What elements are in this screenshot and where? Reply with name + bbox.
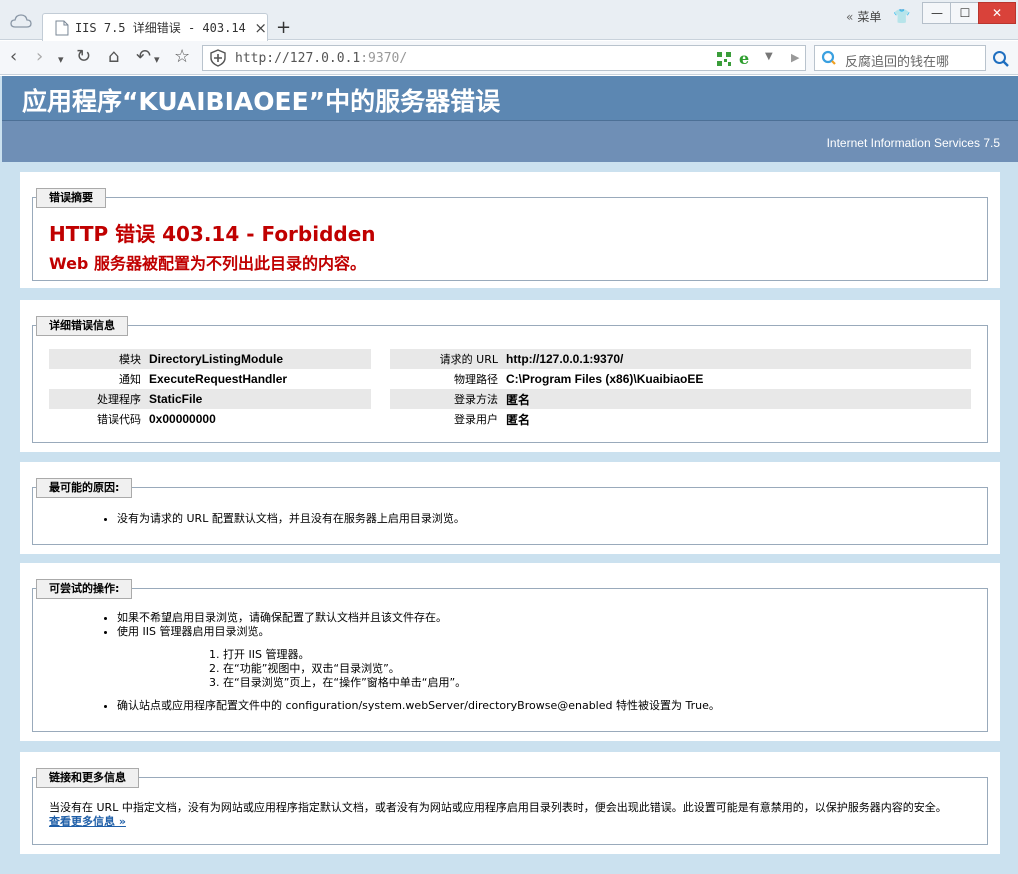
table-row: 处理程序 StaticFile — [49, 389, 371, 409]
iis-subheader: Internet Information Services 7.5 — [2, 120, 1018, 162]
table-row: 通知 ExecuteRequestHandler — [49, 369, 371, 389]
links-description: 当没有在 URL 中指定文档，没有为网站或应用程序指定默认文档，或者没有为网站或… — [49, 801, 947, 814]
links-fieldset: 链接和更多信息 当没有在 URL 中指定文档，没有为网站或应用程序指定默认文档，… — [32, 768, 988, 845]
back-icon[interactable]: ‹ — [10, 47, 17, 67]
list-item: 确认站点或应用程序配置文件中的 configuration/system.web… — [117, 699, 720, 713]
list-item: 2. 在“功能”视图中，双击“目录浏览”。 — [209, 662, 400, 675]
iis-header: 应用程序“KUAIBIAOEE”中的服务器错误 Internet Informa… — [2, 76, 1018, 162]
document-icon — [55, 20, 69, 35]
error-title: HTTP 错误 403.14 - Forbidden — [49, 222, 376, 246]
causes-panel: 最可能的原因: 没有为请求的 URL 配置默认文档，并且没有在服务器上启用目录浏… — [20, 462, 1000, 554]
detail-label: 错误代码 — [97, 413, 141, 426]
actions-panel: 可尝试的操作: 如果不希望启用目录浏览，请确保配置了默认文档并且该文件存在。 使… — [20, 563, 1000, 741]
browser-titlebar: IIS 7.5 详细错误 - 403.14 - I × + « 菜单 👕 — ☐… — [0, 0, 1018, 41]
search-engine-icon[interactable] — [821, 50, 837, 66]
page-title: 应用程序“KUAIBIAOEE”中的服务器错误 — [22, 87, 501, 116]
detail-label: 模块 — [49, 349, 145, 369]
detail-label: 处理程序 — [49, 389, 145, 409]
browser-tab[interactable]: IIS 7.5 详细错误 - 403.14 - I × — [42, 13, 268, 41]
detail-label: 通知 — [119, 373, 141, 386]
page-content: 应用程序“KUAIBIAOEE”中的服务器错误 Internet Informa… — [0, 76, 1018, 874]
links-panel: 链接和更多信息 当没有在 URL 中指定文档，没有为网站或应用程序指定默认文档，… — [20, 752, 1000, 854]
tab-title: IIS 7.5 详细错误 - 403.14 - I — [74, 21, 252, 35]
search-placeholder: 反腐追回的钱在哪 — [845, 55, 950, 70]
list-item: 如果不希望启用目录浏览，请确保配置了默认文档并且该文件存在。 — [117, 611, 447, 625]
table-row: 物理路径 C:\Program Files (x86)\KuaibiaoEE — [390, 369, 971, 389]
tab-close-icon[interactable]: × — [254, 19, 267, 37]
table-row: 请求的 URL http://127.0.0.1:9370/ — [390, 349, 971, 369]
go-icon[interactable]: ▶ — [791, 51, 799, 64]
search-input[interactable]: 反腐追回的钱在哪 — [814, 45, 986, 71]
details-right-table: 请求的 URL http://127.0.0.1:9370/ 物理路径 C:\Pro… — [390, 349, 971, 429]
table-row: 模块 DirectoryListingModule — [49, 349, 371, 369]
error-description: Web 服务器被配置为不列出此目录的内容。 — [49, 254, 366, 273]
undo-dropdown-icon[interactable]: ▾ — [154, 50, 160, 70]
url-text[interactable]: http://127.0.0.1:9370/ — [235, 51, 407, 66]
shield-icon[interactable] — [209, 49, 227, 67]
list-item: 没有为请求的 URL 配置默认文档，并且没有在服务器上启用目录浏览。 — [117, 512, 465, 526]
undo-icon[interactable]: ↶ — [136, 47, 151, 67]
actions-fieldset: 可尝试的操作: 如果不希望启用目录浏览，请确保配置了默认文档并且该文件存在。 使… — [32, 579, 988, 732]
summary-legend: 错误摘要 — [36, 188, 106, 208]
list-item: 3. 在“目录浏览”页上，在“操作”窗格中单击“启用”。 — [209, 676, 467, 689]
details-legend: 详细错误信息 — [36, 316, 128, 336]
list-item: 使用 IIS 管理器启用目录浏览。 — [117, 625, 447, 639]
browser-menu[interactable]: « 菜单 👕 — [846, 8, 911, 25]
menu-label: 菜单 — [857, 10, 882, 24]
table-row: 错误代码 0x00000000 — [49, 409, 371, 429]
detail-value: StaticFile — [145, 389, 371, 409]
detail-label: 登录用户 — [454, 413, 498, 426]
causes-fieldset: 最可能的原因: 没有为请求的 URL 配置默认文档，并且没有在服务器上启用目录浏… — [32, 478, 988, 545]
links-legend: 链接和更多信息 — [36, 768, 139, 788]
details-panel: 详细错误信息 模块 DirectoryListingModule 通知 Execut… — [20, 300, 1000, 452]
detail-value: 匿名 — [502, 389, 971, 409]
ie-compat-icon[interactable]: e — [739, 49, 749, 68]
star-icon[interactable]: ☆ — [174, 47, 190, 67]
more-info-link[interactable]: 查看更多信息 » — [49, 813, 126, 829]
skin-shirt-icon[interactable]: 👕 — [893, 9, 910, 25]
refresh-icon[interactable]: ↻ — [76, 47, 91, 67]
chevron-left-icon: « — [846, 9, 854, 24]
server-version: Internet Information Services 7.5 — [826, 136, 1000, 150]
detail-value: ExecuteRequestHandler — [149, 372, 288, 386]
history-dropdown-icon[interactable]: ▾ — [58, 50, 64, 70]
detail-label: 登录方法 — [390, 389, 502, 409]
detail-label: 物理路径 — [454, 373, 498, 386]
forward-icon[interactable]: › — [36, 47, 43, 67]
home-icon[interactable]: ⌂ — [108, 47, 119, 67]
new-tab-button[interactable]: + — [276, 17, 291, 38]
maximize-button[interactable]: ☐ — [950, 2, 980, 24]
list-item: 1. 打开 IIS 管理器。 — [209, 648, 310, 661]
address-bar[interactable]: http://127.0.0.1:9370/ e ▼ ▶ — [202, 45, 806, 71]
actions-steps: 1. 打开 IIS 管理器。 2. 在“功能”视图中，双击“目录浏览”。 3. … — [209, 648, 466, 690]
details-fieldset: 详细错误信息 模块 DirectoryListingModule 通知 Execut… — [32, 316, 988, 443]
detail-value: 0x00000000 — [149, 412, 216, 426]
close-window-button[interactable]: ✕ — [978, 2, 1016, 24]
causes-legend: 最可能的原因: — [36, 478, 133, 498]
detail-label: 请求的 URL — [390, 349, 502, 369]
search-icon[interactable] — [992, 50, 1010, 68]
actions-legend: 可尝试的操作: — [36, 579, 133, 599]
dropdown-icon[interactable]: ▼ — [765, 51, 773, 62]
detail-value: http://127.0.0.1:9370/ — [502, 349, 971, 369]
detail-value: C:\Program Files (x86)\KuaibiaoEE — [506, 372, 704, 386]
detail-value: DirectoryListingModule — [145, 349, 371, 369]
table-row: 登录用户 匿名 — [390, 409, 971, 429]
qr-code-icon[interactable] — [717, 52, 731, 66]
summary-panel: 错误摘要 HTTP 错误 403.14 - Forbidden Web 服务器被… — [20, 172, 1000, 288]
causes-list: 没有为请求的 URL 配置默认文档，并且没有在服务器上启用目录浏览。 — [117, 512, 465, 526]
actions-list: 如果不希望启用目录浏览，请确保配置了默认文档并且该文件存在。 使用 IIS 管理… — [117, 611, 447, 639]
minimize-button[interactable]: — — [922, 2, 952, 24]
table-row: 登录方法 匿名 — [390, 389, 971, 409]
cloud-icon[interactable] — [10, 14, 32, 28]
browser-toolbar: ‹ › ▾ ↻ ⌂ ↶ ▾ ☆ http://127.0.0.1:9370/ e… — [0, 41, 1018, 75]
actions-list-final: 确认站点或应用程序配置文件中的 configuration/system.web… — [117, 699, 720, 713]
details-left-table: 模块 DirectoryListingModule 通知 ExecuteReques… — [49, 349, 371, 429]
detail-value: 匿名 — [506, 412, 531, 427]
summary-fieldset: 错误摘要 HTTP 错误 403.14 - Forbidden Web 服务器被… — [32, 188, 988, 281]
